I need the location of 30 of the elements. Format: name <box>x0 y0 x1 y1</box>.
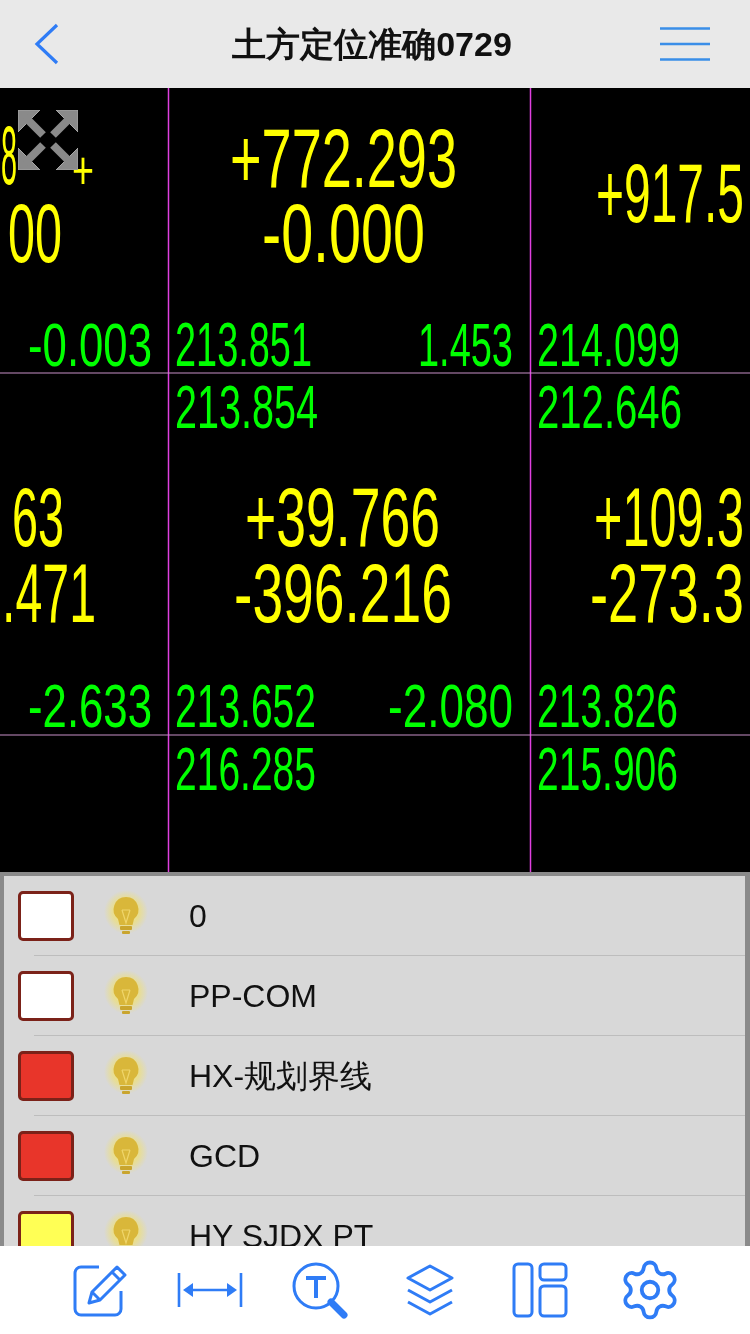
layer-color-swatch[interactable] <box>18 1210 74 1246</box>
layer-color-swatch[interactable] <box>18 890 74 941</box>
layer-name: HX-规划界线 <box>189 1060 373 1091</box>
layer-color-swatch[interactable] <box>18 970 74 1021</box>
layout-button[interactable] <box>512 1262 568 1318</box>
layer-name: HY SJDX PT <box>189 1220 374 1246</box>
cad-number: +917.5 <box>596 145 744 240</box>
cad-number: + <box>72 140 94 201</box>
layer-color-swatch[interactable] <box>18 1050 74 1101</box>
cad-number: +772.293 <box>230 110 457 205</box>
window-title: 土方定位准确0729 <box>232 24 512 64</box>
menu-button[interactable] <box>660 27 710 61</box>
layer-color-swatch[interactable] <box>18 1130 74 1181</box>
measure-button[interactable] <box>177 1273 243 1307</box>
menu-icon <box>660 27 710 61</box>
distance-arrow-icon <box>177 1273 243 1307</box>
layer-name: GCD <box>189 1140 261 1171</box>
layers-icon <box>405 1263 455 1317</box>
layer-name: PP-COM <box>189 980 317 1011</box>
panels-icon <box>512 1262 568 1318</box>
cad-number: -0.003 <box>28 309 152 379</box>
layers-button[interactable] <box>405 1263 455 1317</box>
chevron-left-icon <box>34 23 60 65</box>
cad-number: 1.453 <box>418 309 513 380</box>
text-search-button[interactable] <box>291 1261 349 1319</box>
back-button[interactable] <box>34 23 60 65</box>
cad-number: -2.633 <box>28 670 152 740</box>
layer-name: 0 <box>189 900 207 931</box>
magnifier-text-icon <box>291 1261 349 1319</box>
cad-number: -2.080 <box>388 670 513 740</box>
